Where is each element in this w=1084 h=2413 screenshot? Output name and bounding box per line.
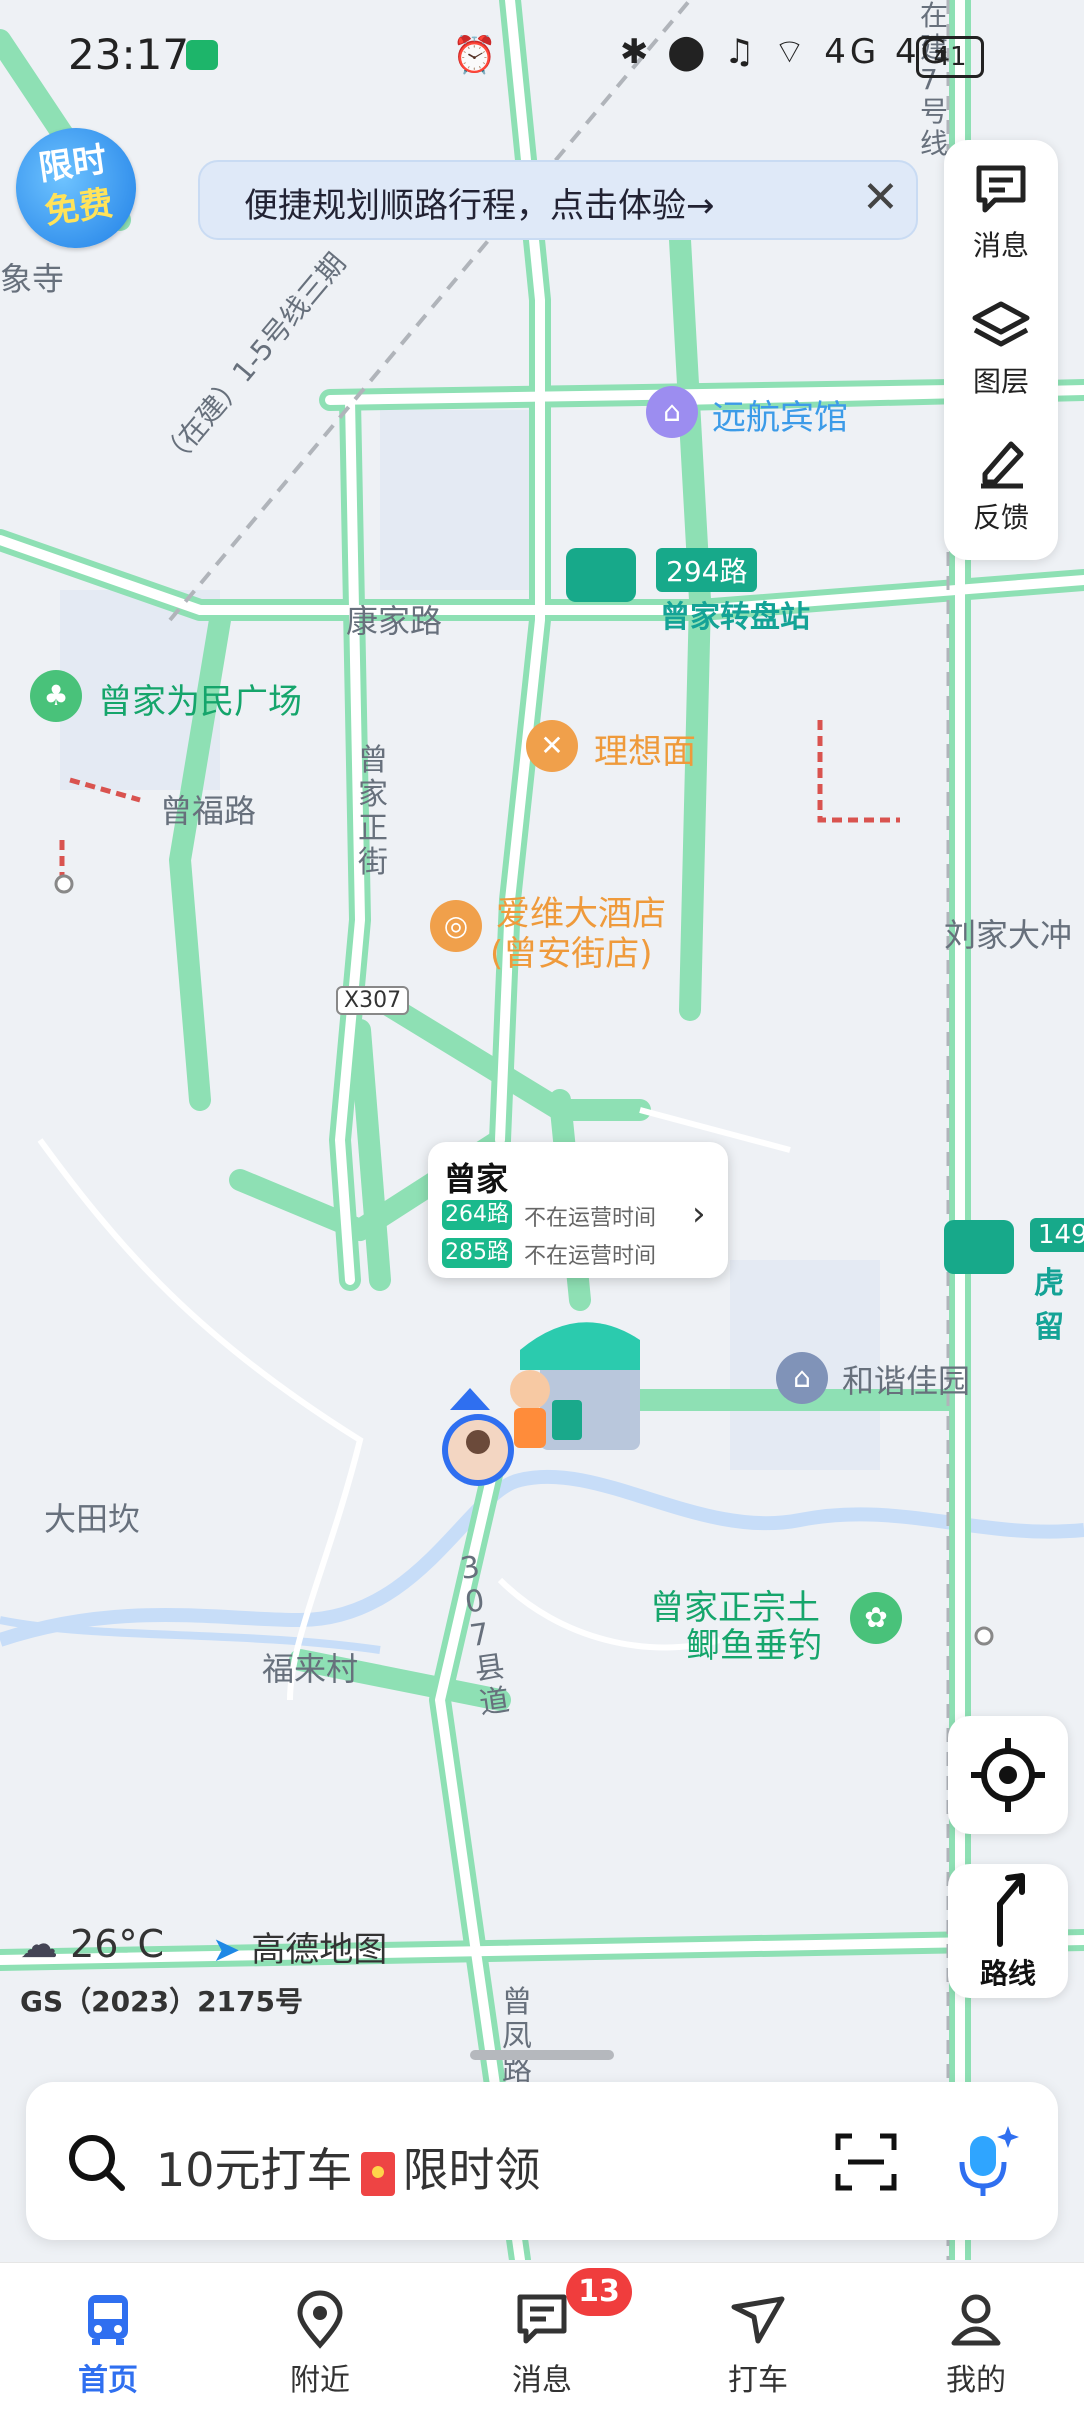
road-label: 康家路 — [346, 602, 443, 640]
person-icon — [951, 2294, 1001, 2346]
crosshair-icon — [971, 1738, 1045, 1812]
bus-icon — [88, 2295, 128, 2345]
place-label: 福来村 — [262, 1650, 359, 1688]
poi-label-hotel[interactable]: 远航宾馆 — [712, 390, 848, 439]
route-status: 不在运营时间 — [524, 1206, 657, 1231]
road-label: 曾家正街 — [358, 743, 388, 880]
bus-stop-name: 曾家 — [444, 1160, 509, 1198]
status-icons: ✱ ⬤ ♫ ⌔ 4G 4G — [620, 32, 951, 72]
park-icon: ♣ — [30, 670, 82, 722]
bus-stop-popup[interactable]: 曾家 264路 不在运营时间 285路 不在运营时间 › — [428, 1142, 728, 1278]
route-button-label: 路线 — [979, 1957, 1036, 1990]
search-placeholder-2: 限时领 — [402, 2143, 541, 2197]
hotel-icon: ⌂ — [646, 386, 698, 438]
message-icon — [976, 165, 1026, 213]
layers-icon — [972, 301, 1030, 347]
weather-widget[interactable]: ☁ 26°C — [20, 1922, 164, 1966]
place-label: 大田坎 — [44, 1500, 141, 1538]
map-approval-number: GS（2023）2175号 — [20, 1985, 304, 2018]
tab-home[interactable]: 首页 — [0, 2263, 216, 2413]
poi-label-hexie[interactable]: 和谐佳园 — [842, 1356, 970, 1402]
route-banner-text[interactable]: 便捷规划顺路行程，点击体验→ — [244, 178, 715, 227]
tool-label: 图层 — [972, 365, 1029, 398]
road-shield: X307 — [336, 986, 410, 1015]
feedback-pen-icon — [981, 441, 1024, 489]
battery-icon: 41 — [916, 36, 984, 78]
poi-label-noodle[interactable]: 理想面 — [594, 724, 696, 773]
scan-icon[interactable] — [834, 2132, 898, 2192]
locate-button[interactable] — [948, 1716, 1068, 1834]
tool-layers[interactable]: 图层 — [944, 298, 1058, 400]
tab-label: 消息 — [512, 2363, 572, 2398]
alarm-icon: ⏰ — [452, 35, 497, 76]
brand-name: 高德地图 — [251, 1930, 388, 1970]
tab-nearby[interactable]: 附近 — [212, 2263, 428, 2413]
bus-route-badge: 294路 — [656, 548, 758, 592]
tool-message[interactable]: 消息 — [944, 162, 1058, 264]
search-placeholder: 10元打车 — [156, 2143, 353, 2197]
taxi-icon — [731, 2296, 785, 2344]
bus-station-icon[interactable] — [566, 548, 636, 602]
search-input[interactable]: 10元打车 限时领 — [156, 2134, 541, 2200]
restaurant-icon: ◎ — [430, 900, 482, 952]
message-icon — [517, 2294, 567, 2344]
poi-label-fishing-2: 鲫鱼垂钓 — [686, 1626, 822, 1666]
bus-station-icon[interactable] — [944, 1220, 1014, 1274]
tool-feedback[interactable]: 反馈 — [944, 434, 1058, 536]
poi-label-hotel2-branch: (曾安街店) — [490, 934, 653, 974]
tab-taxi[interactable]: 打车 — [650, 2263, 866, 2413]
route-badge: 285路 — [442, 1238, 512, 1268]
search-icon — [69, 2135, 125, 2191]
road-label: 曾福路 — [160, 792, 257, 830]
bottom-tab-bar: 首页 附近 消息 打车 我的 — [0, 2262, 1084, 2413]
tool-label: 反馈 — [972, 501, 1029, 534]
fishing-icon: ✿ — [850, 1592, 902, 1644]
tab-label: 我的 — [946, 2363, 1006, 2398]
place-label: 刘家大冲 — [944, 916, 1073, 954]
chevron-right-icon[interactable]: › — [692, 1194, 706, 1234]
tool-label: 消息 — [972, 229, 1029, 262]
map-canvas[interactable] — [0, 0, 1084, 2260]
station-label[interactable]: 虎留 — [1034, 1258, 1084, 1346]
unread-badge: 13 — [566, 2268, 632, 2316]
location-pin-icon — [297, 2290, 343, 2349]
search-bar[interactable]: 10元打车 限时领 — [26, 2082, 1058, 2240]
road-label: 曾凤路 — [502, 1985, 532, 2088]
route-badge: 264路 — [442, 1200, 512, 1230]
voice-assistant-icon[interactable] — [946, 2122, 1026, 2202]
tab-label: 附近 — [290, 2363, 350, 2398]
status-time: 23:17 — [68, 30, 190, 79]
station-label[interactable]: 曾家转盘站 — [660, 592, 810, 636]
route-button[interactable]: 路线 — [948, 1864, 1068, 1998]
restaurant-icon: ✕ — [526, 720, 578, 772]
map-tool-panel: 消息 图层 反馈 — [944, 140, 1058, 560]
map-label: 象寺 — [0, 260, 65, 298]
drag-handle[interactable] — [470, 2050, 614, 2060]
tab-label: 首页 — [78, 2363, 138, 2398]
tab-profile[interactable]: 我的 — [868, 2263, 1084, 2413]
route-status: 不在运营时间 — [524, 1244, 657, 1269]
residence-icon: ⌂ — [776, 1352, 828, 1404]
tab-label: 打车 — [728, 2363, 788, 2398]
poi-label-square[interactable]: 曾家为民广场 — [98, 674, 302, 723]
red-packet-icon — [360, 2151, 395, 2196]
close-icon[interactable]: ✕ — [862, 172, 899, 223]
brand-arrow-icon: ➤ — [212, 1930, 241, 1970]
brand-logo: ➤ 高德地图 — [212, 1922, 387, 1971]
weather-temp: 26°C — [70, 1922, 164, 1966]
bus-route-badge: 149 — [1030, 1218, 1084, 1252]
cloud-icon: ☁ — [20, 1922, 58, 1966]
app-notification-icon — [186, 40, 218, 70]
route-arrow-icon — [997, 1873, 1025, 1947]
road-label: 在建7号线 — [920, 0, 949, 160]
